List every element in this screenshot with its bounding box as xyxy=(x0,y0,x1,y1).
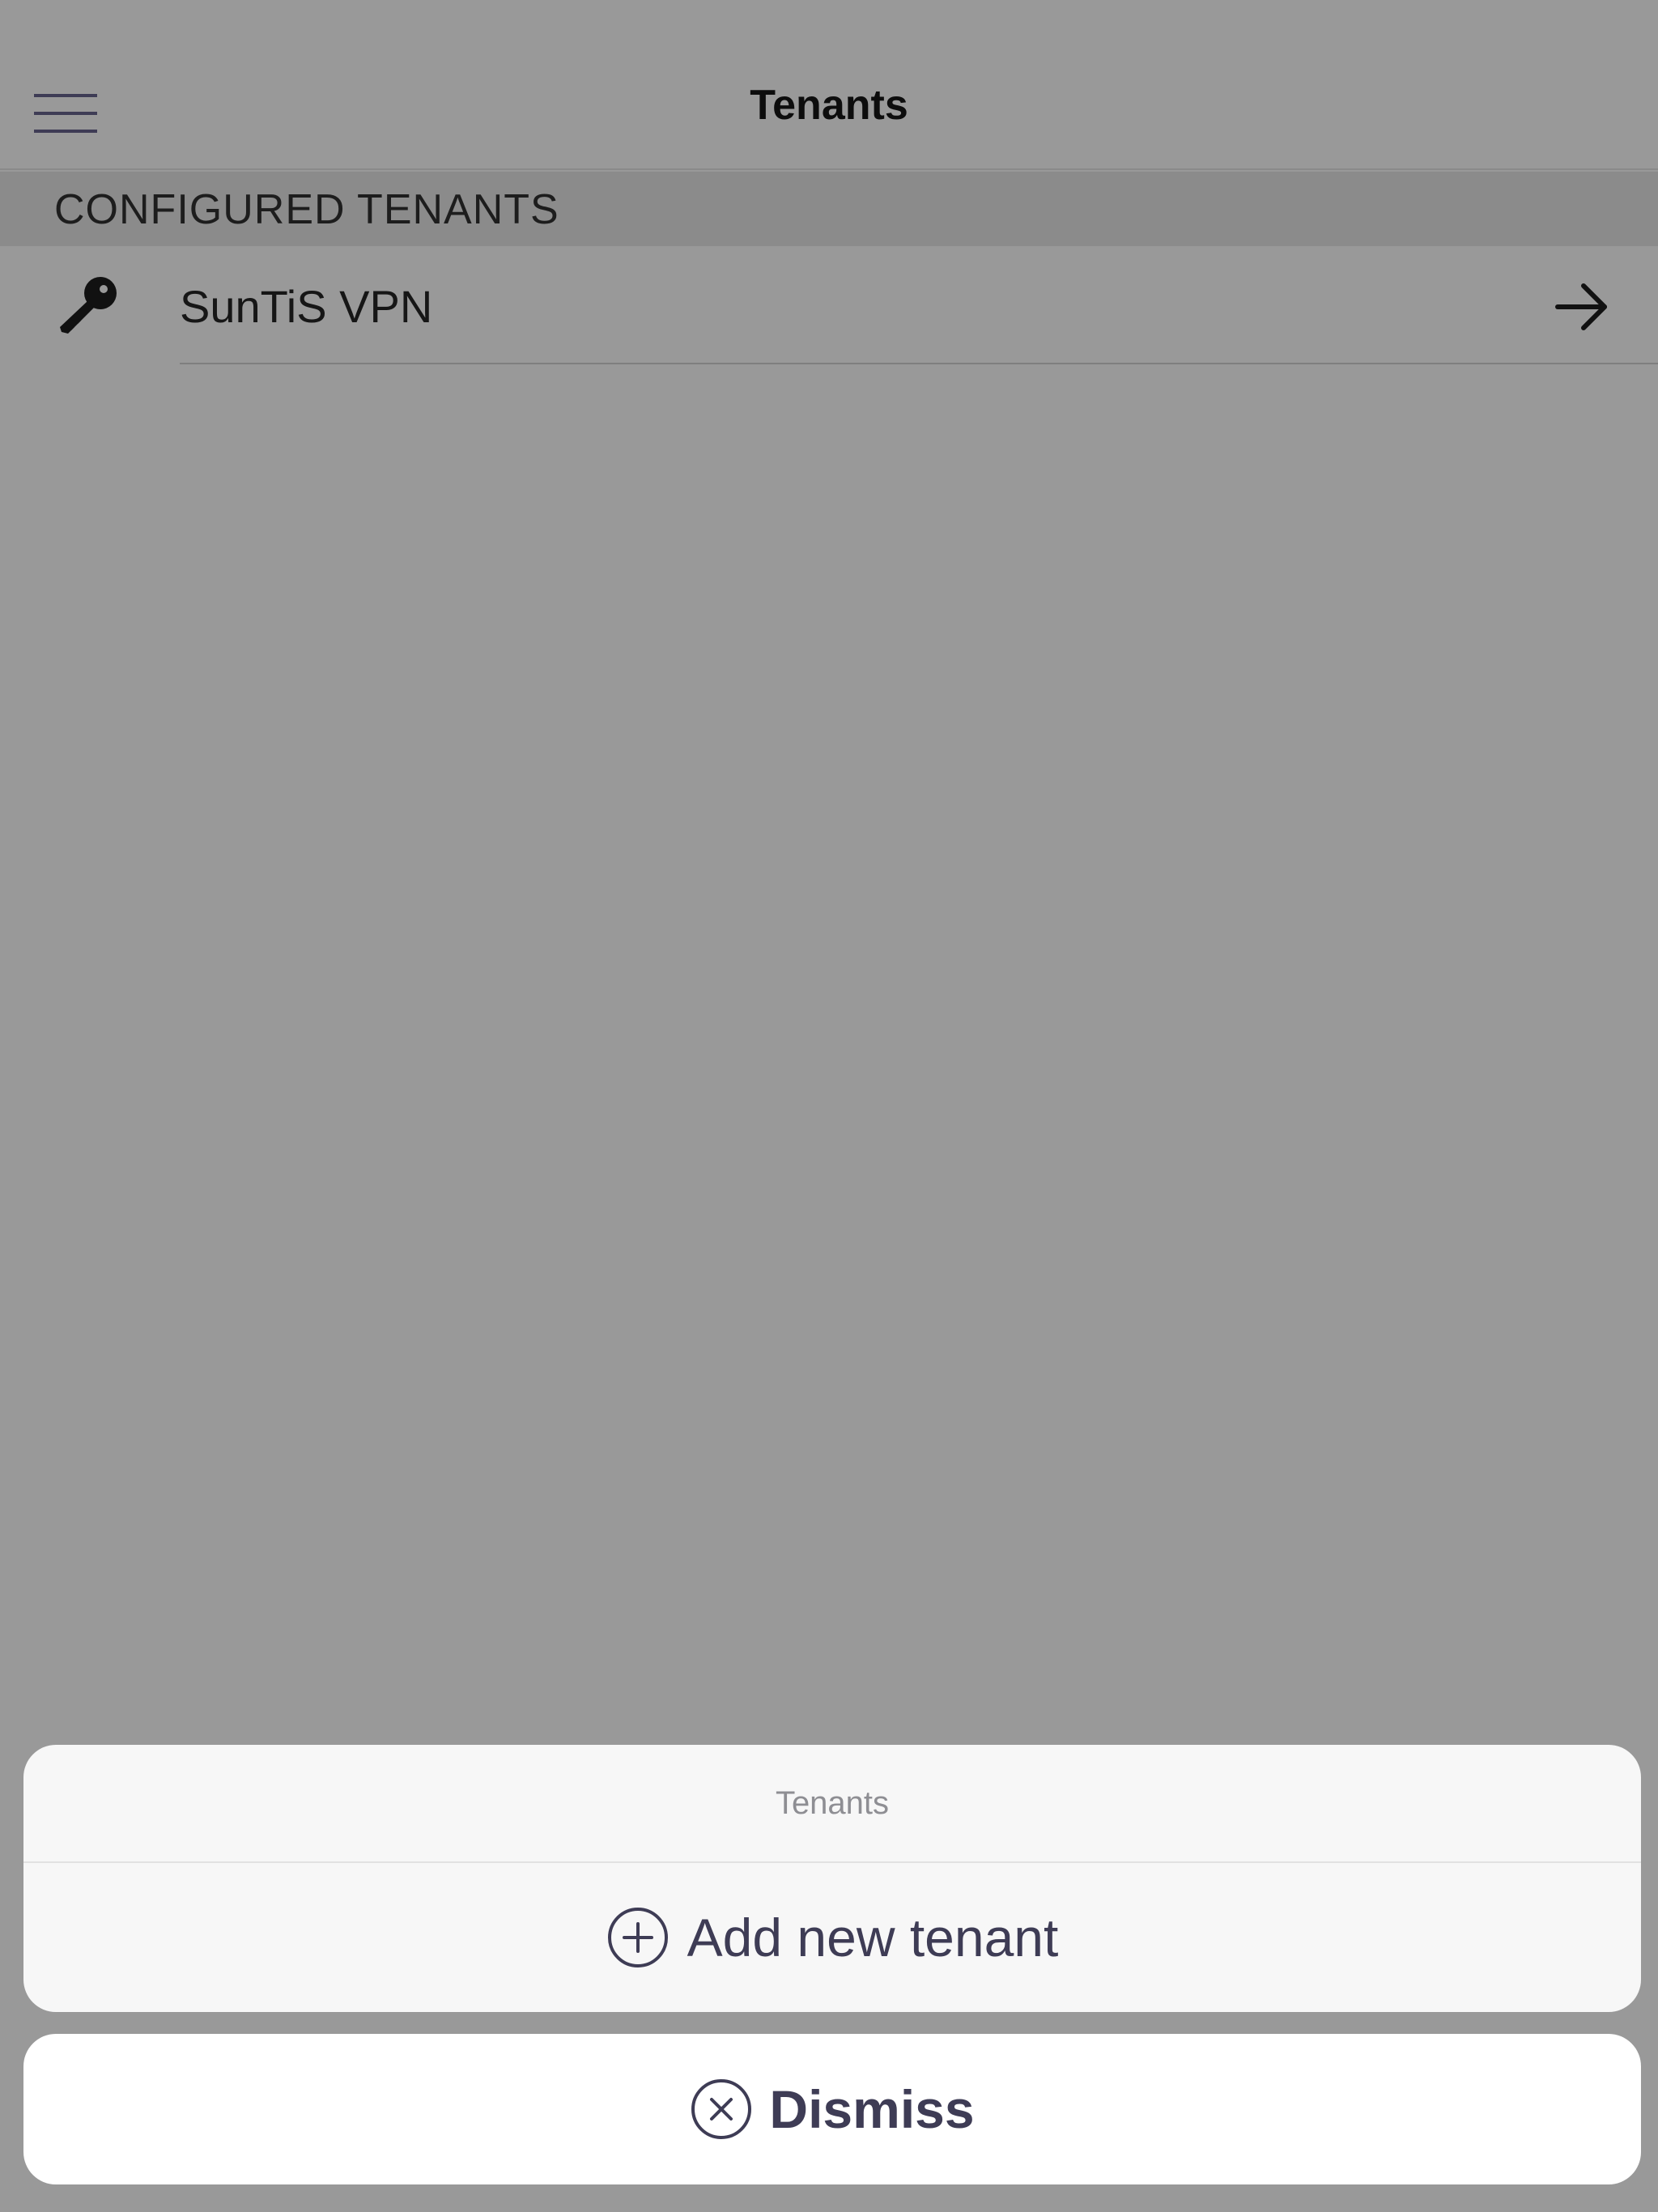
dismiss-label: Dismiss xyxy=(769,2079,975,2139)
page-title: Tenants xyxy=(750,82,908,129)
section-header: CONFIGURED TENANTS xyxy=(0,172,1658,246)
navigation-bar: Tenants xyxy=(0,0,1658,170)
add-circle-icon xyxy=(606,1906,670,1969)
add-new-tenant-button[interactable]: Add new tenant xyxy=(23,1863,1641,2012)
action-sheet: Tenants Add new tenant xyxy=(23,1745,1641,2012)
section-header-label: CONFIGURED TENANTS xyxy=(54,186,559,233)
tenant-row-suntis-vpn[interactable]: SunTiS VPN xyxy=(0,246,1658,364)
tenant-name: SunTiS VPN xyxy=(180,281,433,332)
arrow-right-icon xyxy=(1554,279,1611,335)
dismiss-button[interactable]: Dismiss xyxy=(23,2034,1641,2184)
add-new-tenant-label: Add new tenant xyxy=(687,1908,1059,1967)
close-circle-icon xyxy=(690,2078,753,2141)
action-sheet-title: Tenants xyxy=(775,1785,890,1821)
key-icon xyxy=(57,274,121,338)
row-divider xyxy=(180,363,1658,364)
